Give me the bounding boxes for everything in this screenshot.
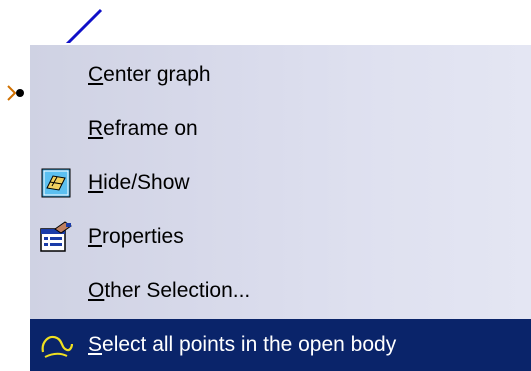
empty-icon-slot [30, 49, 82, 101]
menu-item-properties[interactable]: Properties [30, 211, 531, 263]
menu-item-select-all-points[interactable]: Select all points in the open body [30, 319, 531, 371]
menu-item-hide-show[interactable]: Hide/Show [30, 157, 531, 209]
tree-node-icon [7, 85, 24, 101]
menu-item-label: Select all points in the open body [88, 333, 397, 356]
screen: Center graph Reframe on Hide/Show Proper… [0, 0, 531, 371]
menu-item-other-selection[interactable]: Other Selection... [30, 265, 531, 317]
hide-show-icon [30, 157, 82, 209]
menu-item-label: Center graph [88, 63, 211, 86]
curve-icon [30, 319, 82, 371]
context-menu: Center graph Reframe on Hide/Show Proper… [28, 43, 531, 371]
empty-icon-slot [30, 265, 82, 317]
menu-item-label: Reframe on [88, 117, 198, 140]
menu-item-label: Hide/Show [88, 171, 190, 194]
menu-item-label: Other Selection... [88, 279, 251, 302]
menu-item-center-graph[interactable]: Center graph [30, 49, 531, 101]
empty-icon-slot [30, 103, 82, 155]
menu-item-label: Properties [88, 225, 184, 248]
menu-item-reframe-on[interactable]: Reframe on [30, 103, 531, 155]
properties-icon [30, 211, 82, 263]
